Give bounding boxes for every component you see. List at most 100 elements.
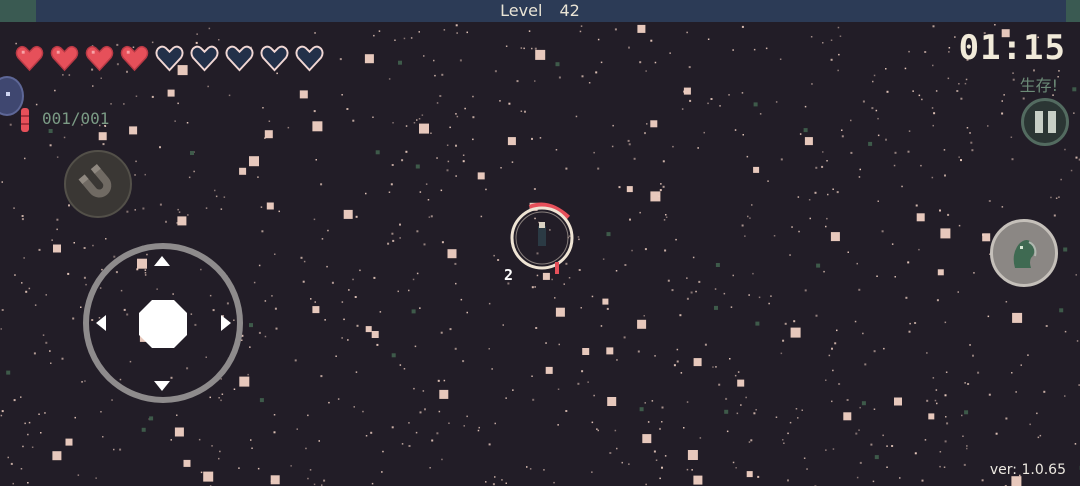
particle xyxy=(742,134,744,136)
xp-gem xyxy=(343,209,353,219)
particle xyxy=(176,414,178,416)
xp-gem xyxy=(299,90,308,99)
particle xyxy=(196,33,198,35)
xp-gem xyxy=(937,269,944,276)
particle xyxy=(83,247,86,249)
particle xyxy=(33,352,36,355)
particle xyxy=(914,322,917,324)
heart-empty-icon xyxy=(225,45,254,72)
particle xyxy=(1055,197,1058,199)
particle xyxy=(403,368,406,370)
particle xyxy=(804,289,807,292)
particle xyxy=(443,29,446,31)
particle xyxy=(535,327,538,329)
green-speck xyxy=(259,398,264,403)
particle xyxy=(664,455,667,457)
particle xyxy=(832,369,834,372)
particle xyxy=(858,176,861,178)
particle xyxy=(449,328,452,331)
particle xyxy=(61,357,64,360)
pause-button[interactable] xyxy=(1021,98,1069,146)
particle xyxy=(808,199,811,201)
particle xyxy=(654,355,656,357)
particle xyxy=(186,122,189,124)
green-speck xyxy=(1072,87,1077,92)
particle xyxy=(85,283,87,286)
particle xyxy=(624,264,627,266)
particle xyxy=(425,183,428,185)
particle xyxy=(218,397,220,399)
particle xyxy=(418,118,421,120)
particle xyxy=(438,380,440,382)
particle xyxy=(209,396,211,399)
joystick-knob[interactable] xyxy=(137,298,189,350)
xp-gem xyxy=(507,137,516,146)
survival-timer: 01:15 xyxy=(958,28,1066,68)
player-character xyxy=(510,202,574,274)
particle xyxy=(545,342,547,344)
heart-empty-icon xyxy=(260,45,289,72)
particle xyxy=(327,229,329,232)
particle xyxy=(814,191,817,194)
particle xyxy=(944,174,946,177)
particle xyxy=(822,151,824,153)
particle xyxy=(858,288,861,291)
particle xyxy=(886,466,888,468)
particle xyxy=(973,272,975,274)
particle xyxy=(430,215,433,218)
particle xyxy=(28,421,31,424)
particle xyxy=(532,398,535,401)
particle xyxy=(551,278,553,281)
particle xyxy=(854,320,857,323)
particle xyxy=(779,58,782,60)
particle xyxy=(1001,206,1004,208)
particle xyxy=(491,368,493,370)
particle xyxy=(326,265,328,268)
particle xyxy=(810,36,813,38)
particle xyxy=(815,314,818,317)
skill-button[interactable] xyxy=(990,219,1058,287)
particle xyxy=(639,211,641,214)
particle xyxy=(828,354,831,357)
green-speck xyxy=(391,353,396,358)
particle xyxy=(795,408,798,410)
particle xyxy=(883,347,885,350)
particle xyxy=(223,196,226,198)
particle xyxy=(580,307,582,309)
particle xyxy=(587,381,589,383)
particle xyxy=(651,400,654,402)
particle xyxy=(296,428,298,430)
particle xyxy=(825,225,827,228)
particle xyxy=(10,462,13,465)
particle xyxy=(303,260,306,263)
magnet-button[interactable] xyxy=(64,150,132,218)
particle xyxy=(782,439,784,441)
particle xyxy=(932,124,934,127)
particle xyxy=(1005,301,1008,303)
particle xyxy=(830,58,833,61)
particle xyxy=(935,90,938,92)
particle xyxy=(969,132,971,134)
particle xyxy=(257,467,260,470)
particle xyxy=(958,224,961,227)
particle xyxy=(1075,274,1077,276)
particle xyxy=(419,307,421,309)
particle xyxy=(770,295,772,297)
particle xyxy=(20,396,22,398)
particle xyxy=(964,382,966,384)
particle xyxy=(741,92,744,94)
particle xyxy=(838,383,841,385)
particle xyxy=(846,399,849,401)
particle xyxy=(850,119,852,122)
particle xyxy=(823,270,825,273)
particle xyxy=(644,132,646,135)
particle xyxy=(799,133,802,135)
particle xyxy=(579,30,582,33)
particle xyxy=(250,439,252,441)
particle xyxy=(494,476,496,478)
particle xyxy=(294,359,297,362)
particle xyxy=(680,372,683,374)
particle xyxy=(1027,354,1029,356)
particle xyxy=(616,447,618,450)
particle xyxy=(661,466,663,469)
